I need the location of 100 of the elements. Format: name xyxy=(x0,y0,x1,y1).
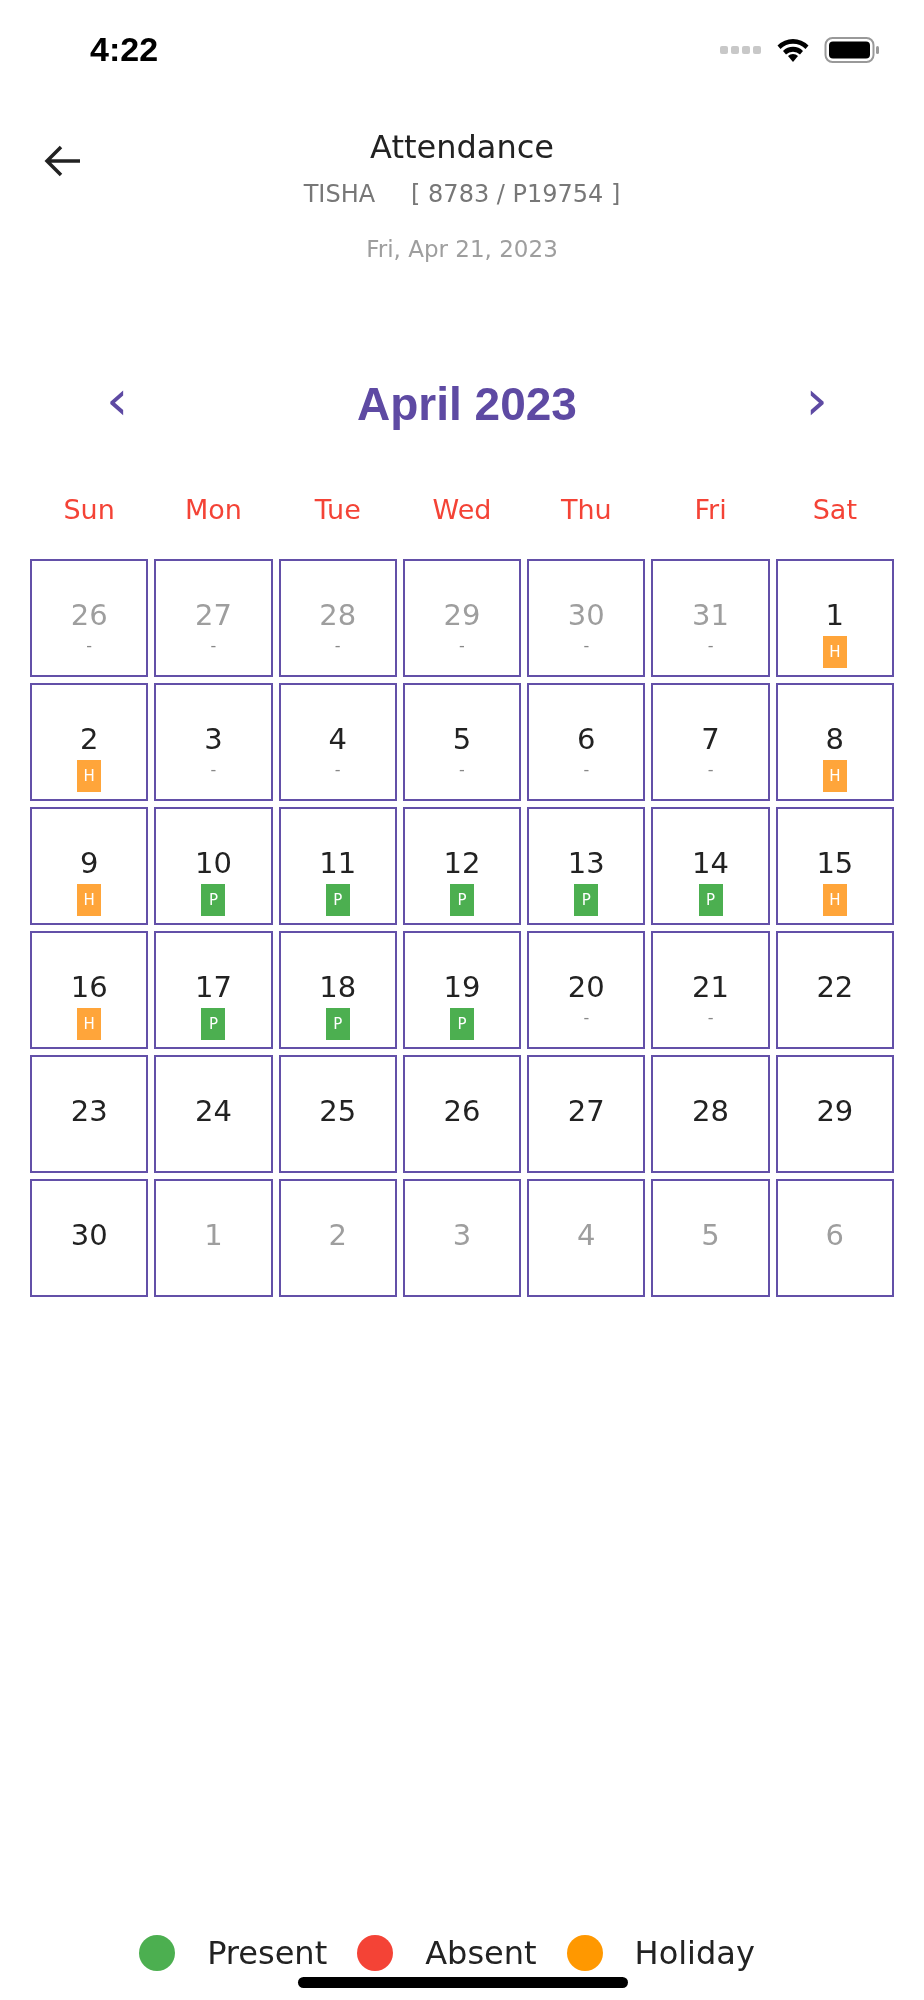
day-cell[interactable]: 26 - xyxy=(30,559,149,677)
no-record-dash: - xyxy=(459,760,465,779)
day-number: 23 xyxy=(70,1097,108,1126)
day-number: 5 xyxy=(701,1221,720,1250)
day-number: 26 xyxy=(70,601,108,630)
signal-icon xyxy=(720,45,762,55)
day-number: 29 xyxy=(816,1097,854,1126)
day-cell[interactable]: 15 H xyxy=(775,807,894,925)
page-title: Attendance xyxy=(370,128,554,166)
day-cell[interactable]: 27 - xyxy=(154,559,273,677)
day-number: 28 xyxy=(319,601,357,630)
next-month-button[interactable]: › xyxy=(799,372,834,436)
day-number: 2 xyxy=(79,725,99,754)
day-cell[interactable]: 26 xyxy=(402,1055,522,1173)
no-record-dash: - xyxy=(583,636,590,655)
day-number: 28 xyxy=(692,1097,729,1126)
day-cell[interactable]: 16 H xyxy=(30,931,149,1049)
day-cell[interactable]: 19 P xyxy=(402,931,522,1049)
day-cell[interactable]: 9 H xyxy=(30,807,149,925)
status-badge: H xyxy=(822,636,847,668)
status-badge: H xyxy=(77,760,102,792)
day-number: 31 xyxy=(692,601,729,630)
day-cell[interactable]: 28 xyxy=(651,1055,770,1173)
day-cell[interactable]: 24 xyxy=(154,1055,273,1173)
day-cell[interactable]: 29 - xyxy=(402,559,522,677)
day-number: 11 xyxy=(319,849,357,878)
weekday-label: Fri xyxy=(693,494,728,525)
status-badge: P xyxy=(325,1008,350,1040)
status-badge: P xyxy=(201,1008,226,1040)
day-cell[interactable]: 30 - xyxy=(527,559,646,677)
day-cell[interactable]: 1 H xyxy=(775,559,894,677)
no-record-dash: - xyxy=(707,636,714,655)
day-number: 7 xyxy=(701,725,720,754)
legend-label: Absent xyxy=(425,1934,537,1972)
day-cell[interactable]: 5 - xyxy=(402,683,522,801)
no-record-dash: - xyxy=(459,636,465,655)
day-number: 3 xyxy=(204,725,223,754)
day-number: 26 xyxy=(443,1097,481,1126)
day-cell[interactable]: 31 - xyxy=(651,559,770,677)
day-cell[interactable]: 7 - xyxy=(651,683,770,801)
day-cell[interactable]: 8 H xyxy=(775,683,894,801)
day-cell[interactable]: 4 - xyxy=(278,683,397,801)
day-cell[interactable]: 14 P xyxy=(651,807,770,925)
no-record-dash: - xyxy=(86,636,93,655)
student-name: TISHA xyxy=(303,180,376,208)
day-number: 22 xyxy=(816,973,854,1002)
day-number: 30 xyxy=(70,1221,108,1250)
day-cell[interactable]: 12 P xyxy=(402,807,522,925)
no-record-dash: - xyxy=(210,760,217,779)
student-id: [ 8783 / P19754 ] xyxy=(411,180,621,208)
status-badge: P xyxy=(201,884,226,916)
status-badge: P xyxy=(698,884,723,916)
day-cell[interactable]: 27 xyxy=(527,1055,646,1173)
day-cell[interactable]: 23 xyxy=(30,1055,149,1173)
day-number: 27 xyxy=(194,601,232,630)
day-cell[interactable]: 3 - xyxy=(154,683,273,801)
day-cell[interactable]: 28 - xyxy=(278,559,397,677)
status-badge: H xyxy=(77,884,102,916)
status-badge: H xyxy=(822,760,847,792)
weekday-label: Sat xyxy=(811,494,858,525)
day-number: 4 xyxy=(577,1221,596,1250)
day-cell[interactable]: 6 - xyxy=(527,683,646,801)
day-cell[interactable]: 25 xyxy=(278,1055,397,1173)
current-date: Fri, Apr 21, 2023 xyxy=(366,236,558,262)
no-record-dash: - xyxy=(334,636,341,655)
day-number: 14 xyxy=(692,849,729,878)
day-cell[interactable]: 20 - xyxy=(527,931,646,1049)
day-number: 16 xyxy=(70,973,108,1002)
battery-icon xyxy=(824,36,880,64)
day-number: 18 xyxy=(319,973,357,1002)
day-cell[interactable]: 2 H xyxy=(30,683,149,801)
day-number: 13 xyxy=(567,849,605,878)
wifi-icon xyxy=(776,37,810,63)
day-number: 15 xyxy=(816,849,854,878)
weekday-label: Sun xyxy=(62,494,116,525)
day-number: 3 xyxy=(452,1221,472,1250)
no-record-dash: - xyxy=(707,1008,714,1027)
day-number: 24 xyxy=(194,1097,232,1126)
day-cell[interactable]: 30 xyxy=(30,1179,149,1297)
day-number: 9 xyxy=(79,849,99,878)
day-number: 5 xyxy=(452,725,472,754)
day-number: 1 xyxy=(204,1221,223,1250)
day-cell[interactable]: 11 P xyxy=(278,807,397,925)
day-cell[interactable]: 18 P xyxy=(278,931,397,1049)
no-record-dash: - xyxy=(707,760,714,779)
weekday-label: Tue xyxy=(313,494,362,525)
day-number: 8 xyxy=(825,725,845,754)
day-cell[interactable]: 13 P xyxy=(527,807,646,925)
back-arrow-icon[interactable] xyxy=(44,144,82,178)
day-cell[interactable]: 22 xyxy=(775,931,894,1049)
no-record-dash: - xyxy=(334,760,341,779)
day-cell[interactable]: 29 xyxy=(775,1055,894,1173)
day-number: 12 xyxy=(443,849,481,878)
day-number: 30 xyxy=(567,601,605,630)
day-cell[interactable]: 21 - xyxy=(651,931,770,1049)
weekday-label: Wed xyxy=(431,494,493,525)
previous-month-button[interactable]: ‹ xyxy=(100,372,135,436)
day-cell[interactable]: 17 P xyxy=(154,931,273,1049)
day-cell[interactable]: 10 P xyxy=(154,807,273,925)
legend-label: Holiday xyxy=(634,1934,755,1972)
